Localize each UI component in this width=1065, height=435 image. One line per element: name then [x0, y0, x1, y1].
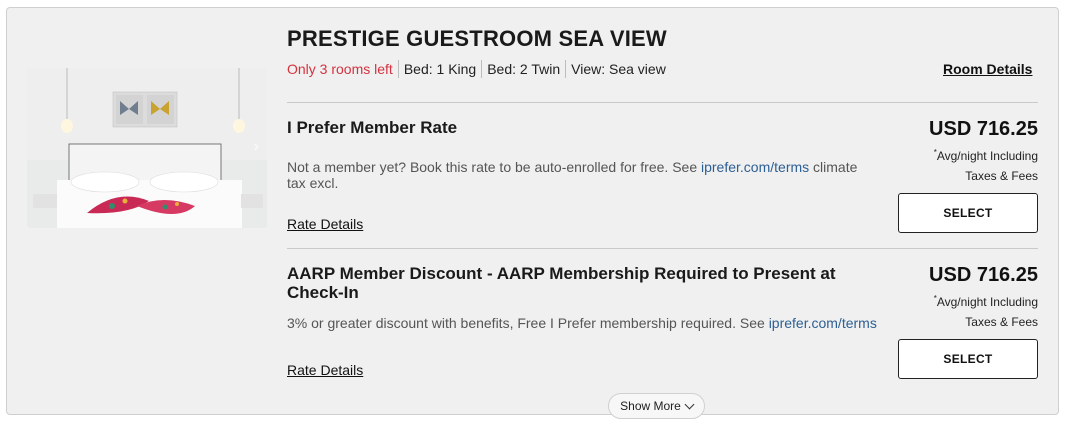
image-next-chevron-icon[interactable]: ›	[254, 138, 259, 156]
room-attributes: Only 3 rooms left Bed: 1 King Bed: 2 Twi…	[287, 60, 666, 78]
rate-option: AARP Member Discount - AARP Membership R…	[287, 264, 1038, 392]
terms-link[interactable]: iprefer.com/terms	[701, 159, 809, 175]
room-image[interactable]: ›	[27, 68, 267, 228]
room-card: › PRESTIGE GUESTROOM SEA VIEW Only 3 roo…	[6, 7, 1059, 415]
view-attribute: View: Sea view	[571, 61, 666, 77]
rate-price: USD 716.25	[929, 264, 1038, 286]
rate-description: 3% or greater discount with benefits, Fr…	[287, 315, 877, 331]
terms-link[interactable]: iprefer.com/terms	[769, 315, 877, 331]
chevron-down-icon	[684, 399, 695, 409]
show-more-label: Show More	[620, 399, 681, 413]
rate-name: I Prefer Member Rate	[287, 118, 458, 137]
select-button[interactable]: SELECT	[898, 193, 1038, 233]
attribute-divider	[565, 60, 567, 78]
bed-twin-attribute: Bed: 2 Twin	[487, 61, 561, 77]
rate-details-link[interactable]: Rate Details	[287, 216, 363, 232]
attribute-divider	[397, 60, 399, 78]
divider	[287, 102, 1038, 103]
divider	[287, 248, 1038, 249]
room-title: PRESTIGE GUESTROOM SEA VIEW	[287, 26, 667, 51]
rate-name: AARP Member Discount - AARP Membership R…	[287, 264, 836, 302]
rate-details-link[interactable]: Rate Details	[287, 362, 363, 378]
price-note: *Avg/night Including Taxes & Fees	[933, 148, 1038, 183]
rate-price: USD 716.25	[929, 118, 1038, 140]
rate-option: I Prefer Member Rate Not a member yet? B…	[287, 118, 1038, 246]
attribute-divider	[481, 60, 483, 78]
bed-king-attribute: Bed: 1 King	[403, 61, 477, 77]
show-more-button[interactable]: Show More	[608, 393, 705, 419]
room-details-link[interactable]: Room Details	[943, 61, 1032, 77]
availability-text: Only 3 rooms left	[287, 61, 393, 77]
select-button[interactable]: SELECT	[898, 339, 1038, 379]
rate-description: Not a member yet? Book this rate to be a…	[287, 159, 858, 191]
price-note: *Avg/night Including Taxes & Fees	[933, 294, 1038, 329]
bedroom-photo-icon	[27, 68, 267, 228]
